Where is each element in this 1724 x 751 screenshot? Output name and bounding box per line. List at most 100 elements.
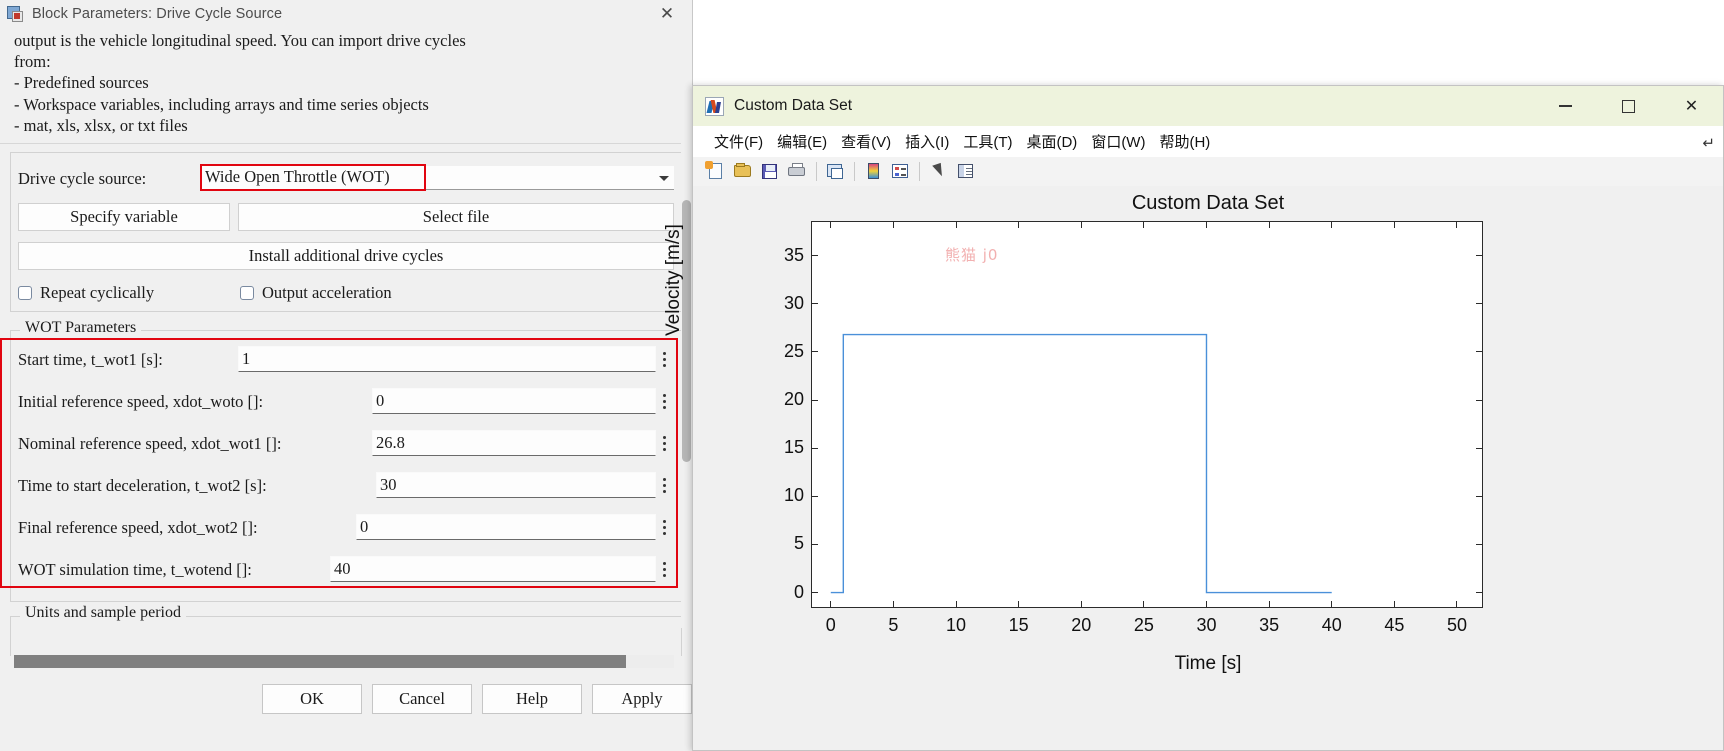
select-file-button[interactable]: Select file: [238, 203, 674, 231]
param-field-0[interactable]: 1: [238, 346, 656, 372]
param-actions-5[interactable]: [656, 556, 672, 582]
drive-cycle-source-combobox[interactable]: Wide Open Throttle (WOT): [202, 166, 674, 190]
install-drive-cycles-button[interactable]: Install additional drive cycles: [18, 242, 674, 270]
print-figure-icon[interactable]: [786, 161, 809, 182]
x-tick: [1018, 601, 1020, 607]
simulink-block-icon: [7, 5, 24, 23]
x-axis-label: Time [s]: [1174, 653, 1242, 674]
y-tick-label: 30: [783, 292, 804, 313]
menu-view[interactable]: 查看(V): [834, 131, 898, 152]
param-actions-0[interactable]: [656, 346, 672, 372]
menu-window[interactable]: 窗口(W): [1084, 131, 1152, 152]
x-tick-top: [955, 222, 957, 228]
screen-root: Block Parameters: Drive Cycle Source ✕ o…: [0, 0, 1724, 751]
y-tick-right: [1476, 447, 1482, 449]
divider-top: [0, 143, 692, 144]
cancel-button[interactable]: Cancel: [372, 684, 472, 714]
cancel-button-label: Cancel: [399, 689, 445, 708]
param-field-3[interactable]: 30: [376, 472, 656, 498]
menu-insert[interactable]: 插入(I): [898, 131, 956, 152]
y-tick-label: 0: [793, 581, 804, 602]
specify-variable-button[interactable]: Specify variable: [18, 203, 230, 231]
dialog-titlebar: Block Parameters: Drive Cycle Source: [0, 0, 692, 28]
x-tick: [1080, 601, 1082, 607]
y-tick-right: [1476, 255, 1482, 257]
y-tick-right: [1476, 495, 1482, 497]
param-field-2[interactable]: 26.8: [372, 430, 656, 456]
param-actions-1[interactable]: [656, 388, 672, 414]
x-tick-top: [1393, 222, 1395, 228]
menu-tools[interactable]: 工具(T): [956, 131, 1019, 152]
figure-close-button[interactable]: ✕: [1660, 86, 1723, 126]
y-tick: [812, 592, 818, 594]
help-button[interactable]: Help: [482, 684, 582, 714]
colorbar-icon[interactable]: [862, 161, 885, 182]
x-tick-top: [1205, 222, 1207, 228]
menubar-overflow-icon[interactable]: ↵: [1702, 134, 1715, 152]
param-field-1[interactable]: 0: [372, 388, 656, 414]
figure-maximize-button[interactable]: [1597, 86, 1660, 126]
x-tick: [1268, 601, 1270, 607]
pointer-icon[interactable]: [927, 161, 950, 182]
param-label-5: WOT simulation time, t_wotend []:: [18, 560, 252, 579]
x-tick: [1331, 601, 1333, 607]
menu-edit[interactable]: 编辑(E): [770, 131, 834, 152]
chevron-down-icon: [659, 175, 669, 181]
checkbox-box: [18, 286, 32, 300]
maximize-icon: [1622, 99, 1635, 113]
repeat-cyclically-label: Repeat cyclically: [40, 283, 155, 302]
new-figure-icon[interactable]: [705, 161, 728, 182]
param-field-4[interactable]: 0: [356, 514, 656, 540]
dialog-horizontal-scrollbar-thumb[interactable]: [14, 655, 626, 668]
x-tick-top: [1268, 222, 1270, 228]
menu-file[interactable]: 文件(F): [707, 131, 770, 152]
repeat-cyclically-checkbox[interactable]: Repeat cyclically: [18, 283, 154, 303]
param-actions-3[interactable]: [656, 472, 672, 498]
y-tick-right: [1476, 303, 1482, 305]
x-tick-top: [1456, 222, 1458, 228]
x-tick-label: 5: [888, 615, 899, 635]
x-tick-top: [1080, 222, 1082, 228]
watermark-text: 熊猫 j0: [945, 246, 999, 264]
y-tick-right: [1476, 543, 1482, 545]
param-actions-4[interactable]: [656, 514, 672, 540]
ok-button[interactable]: OK: [262, 684, 362, 714]
minimize-icon: [1559, 105, 1572, 107]
y-tick: [812, 447, 818, 449]
checkbox-box: [240, 286, 254, 300]
property-inspector-icon[interactable]: [954, 161, 977, 182]
toolbar-separator-1: [816, 162, 817, 181]
wot-parameters-group-label: WOT Parameters: [20, 319, 142, 337]
toolbar-separator-2: [854, 162, 855, 181]
param-field-5[interactable]: 40: [330, 556, 656, 582]
y-tick-right: [1476, 399, 1482, 401]
y-tick: [812, 255, 818, 257]
open-file-icon[interactable]: [732, 161, 755, 182]
matlab-logo-icon: [705, 96, 724, 116]
figure-title: Custom Data Set: [734, 97, 853, 114]
save-figure-icon[interactable]: [759, 161, 782, 182]
y-tick: [812, 543, 818, 545]
menu-desktop[interactable]: 桌面(D): [1019, 131, 1084, 152]
legend-icon[interactable]: [889, 161, 912, 182]
plot-series-svg: [830, 333, 1332, 594]
dialog-close-button[interactable]: ✕: [648, 2, 686, 26]
output-acceleration-checkbox[interactable]: Output acceleration: [240, 283, 392, 303]
help-button-label: Help: [515, 689, 549, 708]
y-tick: [812, 495, 818, 497]
x-tick-label: 45: [1384, 615, 1405, 635]
x-tick-label: 35: [1259, 615, 1280, 635]
toolbar-separator-3: [919, 162, 920, 181]
link-plot-icon[interactable]: [824, 161, 847, 182]
y-tick-label: 20: [783, 389, 804, 410]
menu-help[interactable]: 帮助(H): [1152, 131, 1217, 152]
apply-button[interactable]: Apply: [592, 684, 692, 714]
figure-toolbar: [693, 157, 1723, 187]
figure-minimize-button[interactable]: [1534, 86, 1597, 126]
units-sample-period-group-label: Units and sample period: [20, 604, 186, 622]
x-tick-label: 25: [1133, 615, 1154, 635]
figure-canvas: Custom Data Set Velocity [m/s] Time [s] …: [663, 186, 1723, 750]
plot-axes: 熊猫 j0 0 5 10 15 20 25 30 35 0 5 10 15 20 25 30 35 40 45 50: [784, 221, 1483, 635]
param-actions-2[interactable]: [656, 430, 672, 456]
y-tick-label: 10: [783, 485, 804, 506]
